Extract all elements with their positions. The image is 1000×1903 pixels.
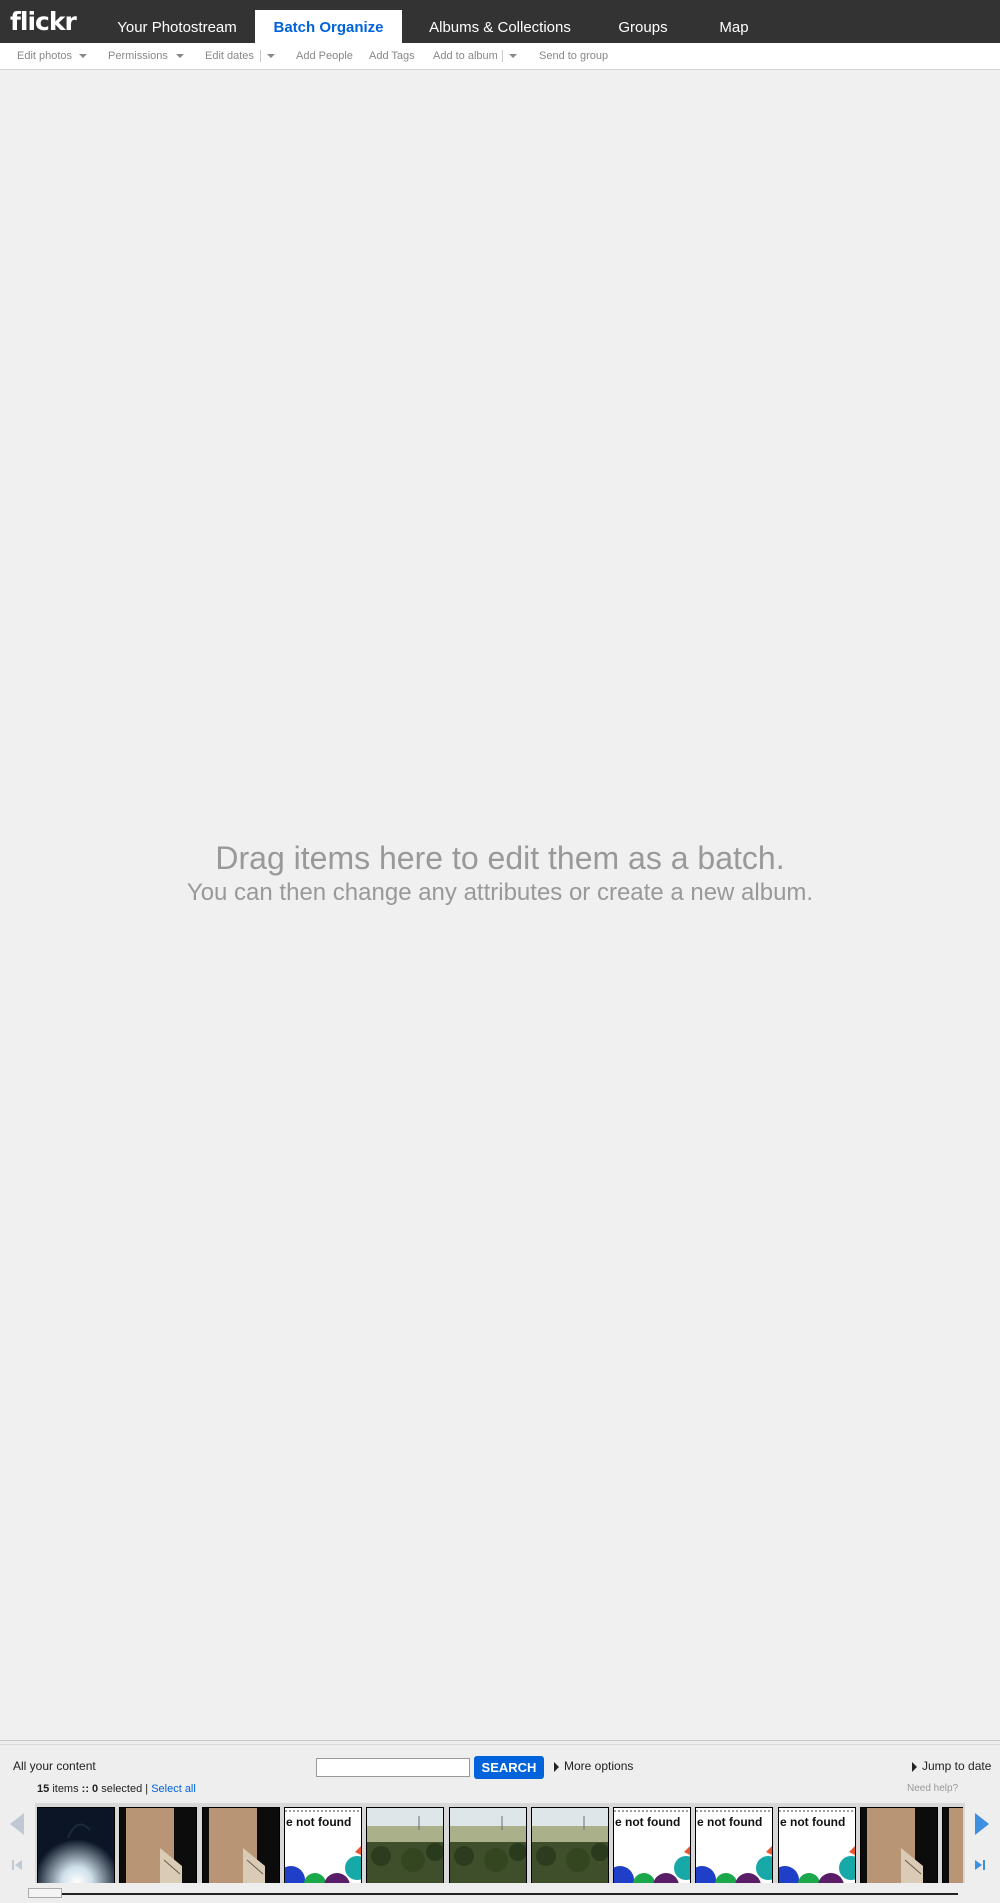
search-input[interactable]: [316, 1758, 470, 1777]
more-options-toggle[interactable]: More options: [554, 1759, 633, 1773]
toolbar-divider: [502, 50, 503, 62]
add-people-button[interactable]: Add People: [296, 43, 353, 69]
photo-thumbnail[interactable]: [860, 1807, 938, 1883]
photo-thumbnail[interactable]: [366, 1807, 444, 1883]
photo-thumbnail[interactable]: e not found: [778, 1807, 856, 1883]
need-help-link[interactable]: Need help?: [907, 1783, 958, 1794]
selected-count: 0: [92, 1783, 99, 1795]
photo-thumbnail[interactable]: [202, 1807, 280, 1883]
more-options-label: More options: [564, 1759, 634, 1773]
batch-toolbar: Edit photos Permissions Edit dates Add P…: [0, 43, 1000, 70]
thumbnail-strip[interactable]: e not found e not found e not found e not f…: [35, 1803, 963, 1883]
photo-thumbnail[interactable]: [449, 1807, 527, 1883]
tab-albums-collections[interactable]: Albums & Collections: [420, 10, 580, 43]
jump-to-date-toggle[interactable]: Jump to date: [912, 1759, 991, 1773]
tray-divider: [0, 1744, 1000, 1745]
add-tags-button[interactable]: Add Tags: [369, 43, 415, 69]
thumbnail-image: [120, 1808, 196, 1883]
image-not-found-text: e not found: [780, 1815, 846, 1829]
edit-photos-caret-icon[interactable]: [79, 54, 87, 58]
jump-to-last-icon[interactable]: [975, 1859, 985, 1871]
edit-dates-button[interactable]: Edit dates: [205, 43, 254, 69]
timeline-scrollbar[interactable]: [28, 1888, 958, 1898]
scrollbar-handle[interactable]: [28, 1888, 62, 1898]
permissions-caret-icon[interactable]: [176, 54, 184, 58]
scroll-left-arrow-icon[interactable]: [10, 1813, 24, 1835]
select-all-link[interactable]: Select all: [151, 1783, 196, 1795]
item-count-status: 15 items :: 0 selected | Select all: [37, 1783, 196, 1795]
thumbnail-image: [532, 1808, 608, 1883]
tab-map[interactable]: Map: [703, 10, 765, 43]
image-not-found-text: e not found: [615, 1815, 681, 1829]
tab-batch-organize[interactable]: Batch Organize: [255, 10, 402, 43]
jump-to-first-icon[interactable]: [12, 1859, 22, 1871]
scrollbar-track[interactable]: [28, 1893, 958, 1895]
expand-triangle-icon: [554, 1761, 559, 1772]
add-to-album-caret-icon[interactable]: [509, 54, 517, 58]
scroll-right-arrow-icon[interactable]: [975, 1813, 989, 1835]
photo-thumbnail[interactable]: e not found: [613, 1807, 691, 1883]
add-to-album-button[interactable]: Add to album: [433, 43, 498, 69]
search-button[interactable]: SEARCH: [474, 1756, 544, 1779]
expand-triangle-icon: [912, 1761, 917, 1772]
item-count: 15: [37, 1783, 50, 1795]
toolbar-divider: [260, 50, 261, 62]
flickr-logo[interactable]: flickr: [10, 8, 77, 36]
send-to-group-button[interactable]: Send to group: [539, 43, 608, 69]
tab-your-photostream[interactable]: Your Photostream: [103, 10, 251, 43]
edit-dates-caret-icon[interactable]: [267, 54, 275, 58]
photo-thumbnail[interactable]: [119, 1807, 197, 1883]
organizer-tray: All your content SEARCH More options Jum…: [0, 1740, 1000, 1903]
batch-drop-zone[interactable]: Drag items here to edit them as a batch.…: [0, 838, 1000, 908]
jump-to-date-label: Jump to date: [922, 1759, 992, 1773]
drop-zone-subtitle: You can then change any attributes or cr…: [186, 879, 814, 906]
thumbnail-image: [38, 1808, 114, 1883]
drop-zone-title: Drag items here to edit them as a batch.: [215, 840, 785, 876]
image-not-found-text: e not found: [697, 1815, 763, 1829]
top-nav: flickr Your Photostream Batch Organize A…: [0, 0, 1000, 43]
photo-thumbnail[interactable]: e not found: [284, 1807, 362, 1883]
content-scope-label[interactable]: All your content: [13, 1759, 96, 1773]
photo-thumbnail[interactable]: [531, 1807, 609, 1883]
thumbnail-image: [450, 1808, 526, 1883]
thumbnail-image: [367, 1808, 443, 1883]
edit-photos-menu[interactable]: Edit photos: [17, 43, 72, 69]
thumbnail-image: [861, 1808, 937, 1883]
items-label: items: [52, 1783, 79, 1795]
image-not-found-text: e not found: [286, 1815, 352, 1829]
permissions-menu[interactable]: Permissions: [108, 43, 168, 69]
thumbnail-image: [943, 1808, 963, 1883]
tab-groups[interactable]: Groups: [603, 10, 683, 43]
status-separator: ::: [81, 1783, 89, 1795]
selected-label: selected |: [101, 1783, 149, 1795]
photo-thumbnail[interactable]: [37, 1807, 115, 1883]
photo-thumbnail[interactable]: e not found: [695, 1807, 773, 1883]
thumbnail-image: [203, 1808, 279, 1883]
photo-thumbnail[interactable]: [942, 1807, 963, 1883]
